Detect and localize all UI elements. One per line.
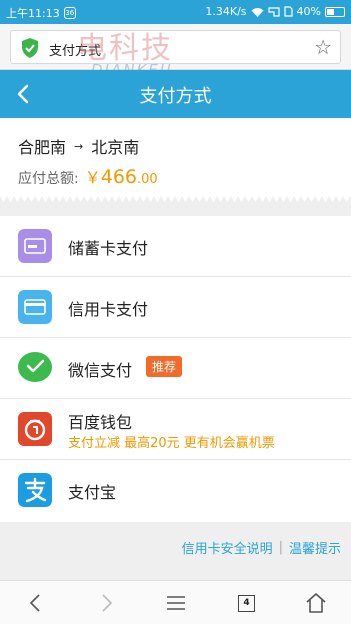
route: 合肥南 → 北京南 xyxy=(18,134,139,158)
method-baidu-wallet[interactable]: 百度钱包 支付立减 最高20元 更有机会赢机票 xyxy=(0,399,351,460)
amount-decimal: .00 xyxy=(137,172,158,187)
battery-percent: 40% xyxy=(296,5,321,18)
status-bar: 上午11:13 36 1.34K/s 40% xyxy=(0,0,351,24)
ticket-edge xyxy=(0,196,351,204)
alipay-icon xyxy=(18,473,52,507)
page-title: 支付方式 xyxy=(139,86,212,107)
method-label: 支付宝 xyxy=(68,483,117,502)
wechat-pay-icon xyxy=(18,352,52,382)
route-arrow: → xyxy=(74,139,84,153)
status-left: 上午11:13 36 xyxy=(6,5,76,21)
promo-text: 支付立减 最高20元 更有机会赢机票 xyxy=(68,436,275,451)
method-label: 信用卡支付 xyxy=(68,300,149,319)
footer-area: 信用卡安全说明 | 温馨提示 xyxy=(0,522,351,580)
amount-row: 应付总额: ￥ 466 .00 xyxy=(18,164,158,188)
baidu-wallet-icon xyxy=(18,412,52,446)
credit-card-security-link[interactable]: 信用卡安全说明 xyxy=(182,538,273,557)
method-label: 储蓄卡支付 xyxy=(68,239,149,258)
order-summary: 合肥南 → 北京南 应付总额: ￥ 466 .00 xyxy=(0,118,351,198)
route-to: 北京南 xyxy=(91,138,140,157)
home-icon[interactable] xyxy=(304,591,328,615)
status-right: 1.34K/s 40% xyxy=(205,5,345,18)
signal-icon xyxy=(267,6,280,17)
tabs-count-button[interactable]: 4 xyxy=(238,595,255,612)
browser-address-bar: 支付方式 电科技 DIANKEJI ☆ xyxy=(0,24,351,79)
footer-divider: | xyxy=(278,540,283,555)
battery-icon xyxy=(325,6,345,17)
method-debit-card[interactable]: 储蓄卡支付 xyxy=(0,216,351,277)
method-credit-card[interactable]: 信用卡支付 xyxy=(0,277,351,338)
bookmark-star-icon[interactable]: ☆ xyxy=(314,35,332,59)
amount-integer: 466 xyxy=(100,166,137,188)
footer-links: 信用卡安全说明 | 温馨提示 xyxy=(182,538,341,557)
tips-link[interactable]: 温馨提示 xyxy=(289,538,341,557)
status-time: 上午11:13 xyxy=(6,7,60,20)
method-label: 微信支付 xyxy=(68,361,133,380)
network-speed: 1.34K/s xyxy=(205,5,247,18)
url-field[interactable]: 支付方式 电科技 DIANKEJI ☆ xyxy=(10,30,341,79)
currency-symbol: ￥ xyxy=(84,168,101,187)
recommend-badge: 推荐 xyxy=(146,356,183,377)
amount-label: 应付总额: xyxy=(18,171,79,187)
wifi-icon xyxy=(251,7,264,17)
nav-forward-icon[interactable] xyxy=(94,591,118,615)
route-from: 合肥南 xyxy=(18,138,67,157)
method-wechat-pay[interactable]: 微信支付 推荐 xyxy=(0,338,351,399)
payment-methods: 储蓄卡支付 信用卡支付 微信支付 推荐 百度钱包 支付立减 最高20元 更有机会… xyxy=(0,216,351,521)
method-alipay[interactable]: 支付宝 xyxy=(0,460,351,521)
menu-icon[interactable] xyxy=(164,591,188,615)
nav-back-icon[interactable] xyxy=(24,591,48,615)
sim-icon xyxy=(283,6,293,17)
method-label: 百度钱包 xyxy=(68,413,133,432)
page-header: 支付方式 xyxy=(0,70,351,118)
debit-card-icon xyxy=(18,229,52,263)
section-gap xyxy=(0,204,351,216)
notification-icon: 36 xyxy=(63,7,76,19)
browser-nav-bar: 4 xyxy=(0,580,351,624)
url-text: 支付方式 xyxy=(49,44,102,59)
shield-icon xyxy=(22,38,38,58)
credit-card-icon xyxy=(18,290,52,324)
